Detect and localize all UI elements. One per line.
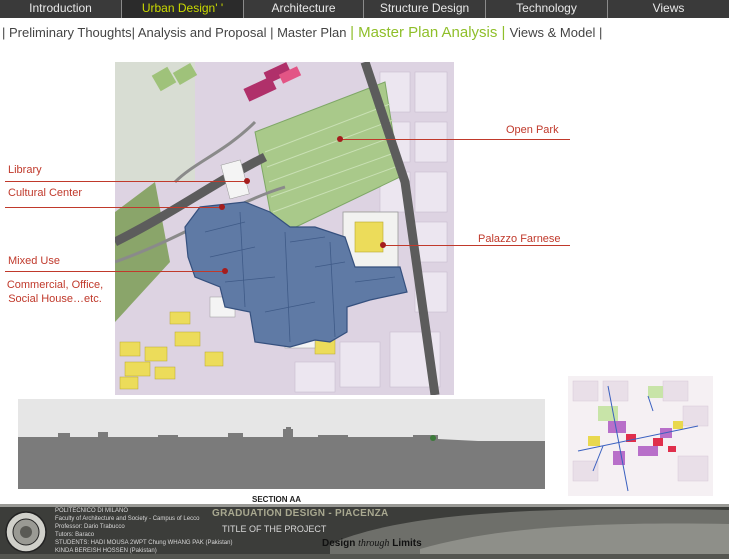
tab-urban-design[interactable]: Urban Design' ': [122, 0, 244, 18]
location-plan-inset: [568, 376, 713, 496]
palazzo-farnese-leader: [383, 245, 570, 246]
footer-motto: Design through Limits: [322, 538, 422, 549]
breadcrumb-next[interactable]: Views & Model |: [510, 25, 603, 40]
label-open-park: Open Park: [506, 124, 559, 136]
library-marker: [244, 178, 250, 184]
section-aa-drawing: [18, 399, 545, 489]
open-park-leader: [340, 139, 570, 140]
motto-word-1: Design: [322, 538, 356, 549]
footer-project-title: TITLE OF THE PROJECT: [222, 524, 327, 534]
motto-word-3: Limits: [392, 538, 422, 549]
footer-professor: Professor: Dario Trabucco: [55, 524, 125, 530]
open-park-marker: [337, 136, 343, 142]
tab-views[interactable]: Views: [608, 0, 729, 18]
top-nav: Introduction Urban Design' ' Architectur…: [0, 0, 729, 18]
section-title: SECTION AA: [252, 495, 302, 504]
cultural-center-leader: [5, 207, 222, 208]
label-cultural-center: Cultural Center: [8, 187, 82, 199]
label-mixed-use: Mixed Use: [8, 255, 60, 267]
footer-banner-title: GRADUATION DESIGN - PIACENZA: [212, 508, 389, 519]
label-mixed-use-detail: Commercial, Office, Social House…etc.: [6, 279, 104, 305]
footer-banner: POLITECNICO DI MILANO Faculty of Archite…: [0, 504, 729, 559]
breadcrumb-current: | Master Plan Analysis |: [350, 24, 510, 41]
cultural-center-marker: [219, 204, 225, 210]
motto-word-2: through: [358, 538, 390, 549]
breadcrumb-previous[interactable]: | Preliminary Thoughts| Analysis and Pro…: [2, 25, 350, 40]
footer-students-2: KINDA BEREISH HOSSEN (Pakistan): [55, 548, 157, 554]
politecnico-seal-logo: [5, 511, 47, 553]
library-leader: [5, 181, 247, 182]
footer-tutors: Tutors: Baraco: [55, 532, 95, 538]
tab-introduction[interactable]: Introduction: [0, 0, 122, 18]
mixed-use-leader: [5, 271, 225, 272]
footer-school: POLITECNICO DI MILANO: [55, 508, 129, 514]
label-library: Library: [8, 164, 42, 176]
footer-faculty: Faculty of Architecture and Society - Ca…: [55, 516, 200, 522]
master-plan-map: [115, 62, 454, 395]
tab-architecture[interactable]: Architecture: [244, 0, 364, 18]
mixed-use-marker: [222, 268, 228, 274]
footer-students: STUDENTS: HADI MOUSA 2WPT Chung WHANG PA…: [55, 540, 233, 546]
label-palazzo-farnese: Palazzo Farnese: [478, 233, 561, 245]
tab-structure-design[interactable]: Structure Design: [364, 0, 486, 18]
tab-technology[interactable]: Technology: [486, 0, 608, 18]
breadcrumb: | Preliminary Thoughts| Analysis and Pro…: [2, 24, 602, 42]
palazzo-farnese-marker: [380, 242, 386, 248]
